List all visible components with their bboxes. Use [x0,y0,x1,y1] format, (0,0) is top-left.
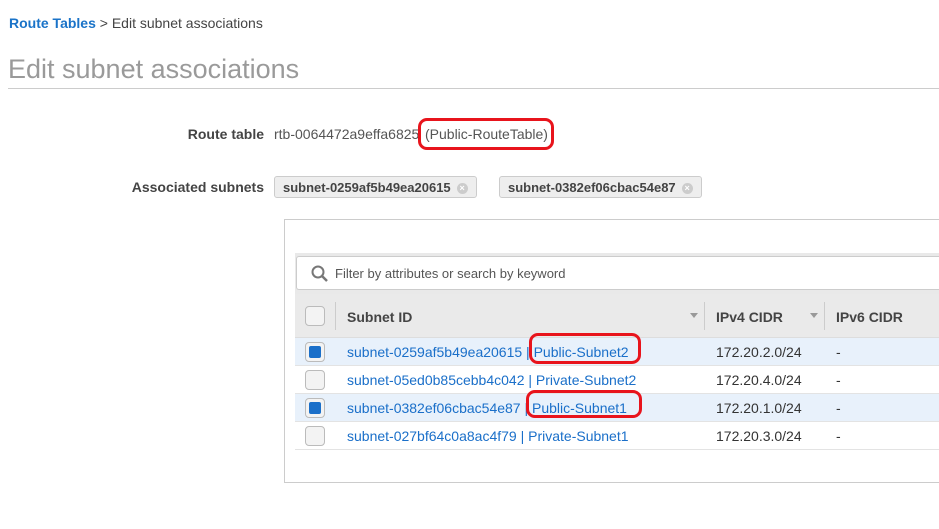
sort-arrow-icon[interactable] [810,313,818,318]
route-table-label: Route table [187,126,264,142]
chip-label: subnet-0259af5b49ea20615 [283,180,451,195]
breadcrumb-current: Edit subnet associations [111,15,263,31]
ipv4-cidr: 172.20.4.0/24 [716,372,802,388]
row-checkbox[interactable] [305,342,325,362]
breadcrumb: Route Tables > Edit subnet associations [9,15,263,31]
breadcrumb-route-tables-link[interactable]: Route Tables [9,15,96,31]
chip-label: subnet-0382ef06cbac54e87 [508,180,676,195]
table-row[interactable]: subnet-027bf64c0a8ac4f79 | Private-Subne… [295,422,939,450]
remove-chip-icon[interactable]: × [681,183,693,194]
ipv6-cidr: - [836,428,841,444]
column-separator [335,302,336,330]
subnet-link[interactable]: subnet-027bf64c0a8ac4f79 | Private-Subne… [347,428,629,444]
route-table-name: (Public-RouteTable) [425,126,548,142]
highlight-annotation [526,390,642,418]
ipv4-cidr: 172.20.1.0/24 [716,400,802,416]
select-all-checkbox[interactable] [305,306,325,326]
sort-arrow-icon[interactable] [690,313,698,318]
ipv6-cidr: - [836,400,841,416]
ipv4-cidr: 172.20.3.0/24 [716,428,802,444]
highlight-annotation [529,333,641,364]
search-placeholder: Filter by attributes or search by keywor… [335,266,566,281]
subnet-chip: subnet-0259af5b49ea20615 × [274,176,477,198]
remove-chip-icon[interactable]: × [456,183,468,194]
search-input[interactable]: Filter by attributes or search by keywor… [296,256,939,290]
column-header-ipv4-cidr[interactable]: IPv4 CIDR [716,309,783,325]
page-title: Edit subnet associations [8,54,300,84]
column-separator [704,302,705,330]
subnet-link[interactable]: subnet-05ed0b85cebb4c042 | Private-Subne… [347,372,636,388]
table-header: Subnet ID IPv4 CIDR IPv6 CIDR [295,294,939,338]
associated-subnets-label: Associated subnets [131,179,264,195]
search-icon [311,265,328,282]
column-header-ipv6-cidr[interactable]: IPv6 CIDR [836,309,903,325]
row-checkbox[interactable] [305,370,325,390]
route-table-id: rtb-0064472a9effa6825 [274,126,420,142]
ipv6-cidr: - [836,344,841,360]
ipv4-cidr: 172.20.2.0/24 [716,344,802,360]
row-checkbox[interactable] [305,398,325,418]
divider [8,88,939,89]
row-checkbox[interactable] [305,426,325,446]
breadcrumb-separator: > [99,15,108,31]
subnet-chip: subnet-0382ef06cbac54e87 × [499,176,702,198]
column-header-subnet-id[interactable]: Subnet ID [347,309,412,325]
column-separator [824,302,825,330]
ipv6-cidr: - [836,372,841,388]
